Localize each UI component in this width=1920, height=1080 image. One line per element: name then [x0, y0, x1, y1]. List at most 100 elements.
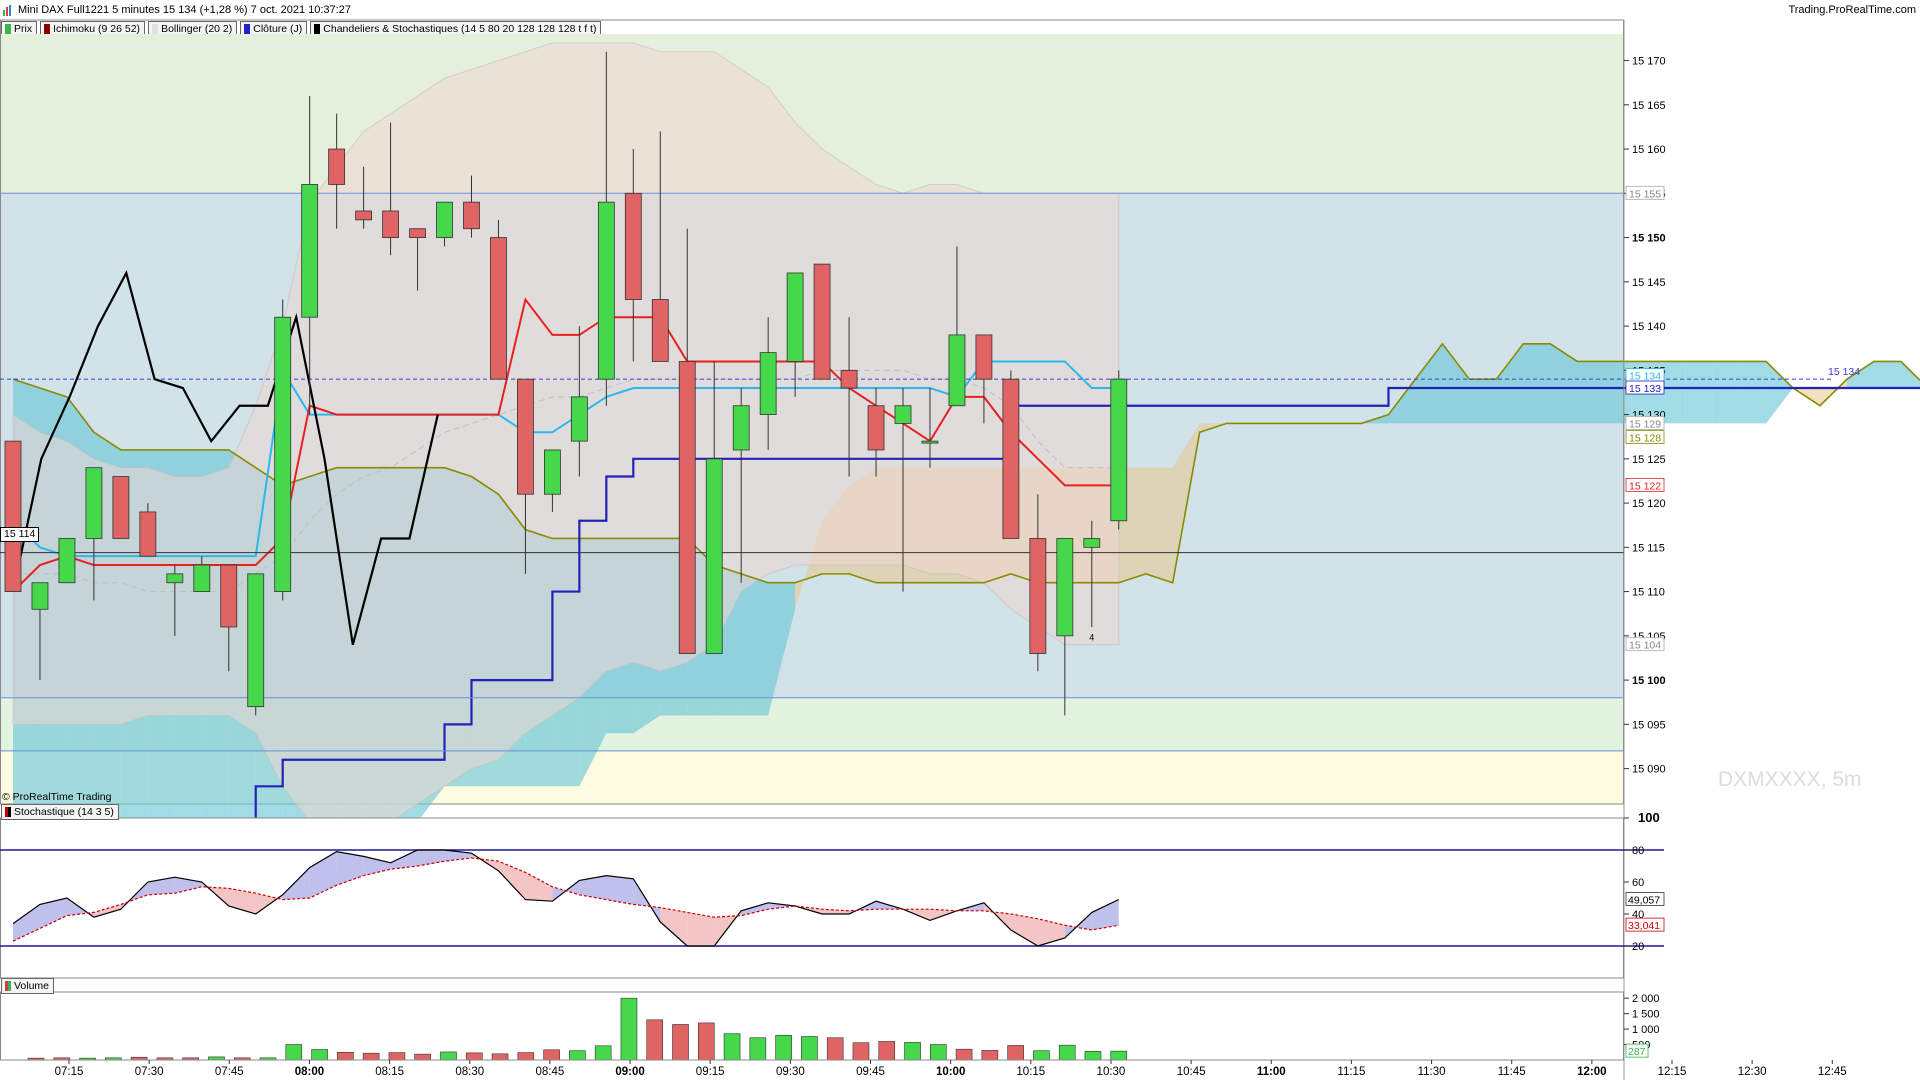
candle-down	[840, 369, 858, 389]
candle-down	[139, 511, 157, 557]
candle-down	[678, 361, 696, 654]
candle-up	[166, 573, 184, 584]
candle-down	[1029, 538, 1047, 654]
volume-bar-up	[801, 1036, 818, 1061]
price-tick-label: 15 170	[1632, 56, 1666, 68]
time-tick-label: 09:30	[776, 1066, 805, 1078]
volume-bar-up	[904, 1042, 921, 1061]
candle-down	[463, 201, 480, 230]
volume-bar-up	[620, 997, 638, 1061]
candle-down	[382, 210, 399, 238]
ichimoku-cloud-segment	[741, 573, 769, 716]
volume-bar-down	[826, 1037, 844, 1061]
volume-bar-down	[491, 1053, 509, 1061]
volume-bar-up	[569, 1050, 586, 1061]
stochastic-value-label: 49,057	[1628, 895, 1660, 907]
candle-up	[921, 440, 939, 444]
ichimoku-cloud-segment	[1523, 343, 1551, 424]
stochastic-tick-label: 80	[1632, 845, 1644, 857]
price-tick-label: 15 095	[1632, 719, 1666, 731]
volume-tick-label: 1 500	[1632, 1009, 1660, 1021]
ichimoku-cloud-segment	[1900, 361, 1920, 389]
volume-bar-down	[388, 1052, 406, 1061]
time-tick-label: 08:30	[455, 1066, 484, 1078]
price-tick-label: 15 150	[1632, 233, 1666, 245]
price-tick-label: 15 140	[1632, 321, 1666, 333]
time-tick-label: 11:15	[1337, 1066, 1365, 1078]
volume-bar-down	[1007, 1045, 1024, 1061]
volume-bar-up	[749, 1037, 767, 1061]
time-tick-label: 12:30	[1738, 1066, 1767, 1078]
time-tick-label: 08:00	[295, 1066, 324, 1078]
ichimoku-cloud-segment	[1577, 361, 1605, 424]
volume-bar-up	[594, 1045, 612, 1061]
time-tick-label: 12:15	[1658, 1066, 1687, 1078]
candle-up	[301, 184, 319, 318]
candle-up	[1083, 538, 1101, 548]
volume-legend-swatch	[5, 981, 11, 991]
volume-bar-up	[775, 1034, 792, 1061]
volume-bar-down	[465, 1052, 483, 1061]
price-label-text: 15 122	[1629, 480, 1661, 492]
time-tick-label: 10:00	[936, 1066, 965, 1078]
ichimoku-cloud-segment	[1766, 361, 1794, 424]
time-tick-label: 12:45	[1818, 1066, 1847, 1078]
volume-bar-up	[285, 1044, 303, 1061]
volume-bar-up	[1058, 1044, 1076, 1061]
candle-up	[894, 405, 912, 424]
time-tick-label: 11:45	[1498, 1066, 1526, 1078]
time-tick-label: 11:00	[1257, 1066, 1286, 1078]
price-tick-label: 15 115	[1632, 542, 1665, 554]
price-tick-label: 15 110	[1632, 587, 1665, 599]
time-axis[interactable]: 07:15 07:30 07:45 08:00 08:15 08:30 08:45 09:00…	[0, 1059, 1847, 1078]
candle-down	[975, 334, 993, 380]
ichimoku-cloud-segment	[1469, 379, 1497, 424]
time-tick-label: 08:15	[375, 1066, 404, 1078]
candle-down	[1002, 378, 1020, 539]
price-label-text: 15 155	[1629, 188, 1661, 200]
price-tick-label: 15 165	[1632, 100, 1666, 112]
price-tick-label: 15 145	[1632, 277, 1666, 289]
candle-down	[409, 228, 426, 238]
volume-tick-label: 1 000	[1632, 1024, 1660, 1036]
time-tick-label: 11:30	[1418, 1066, 1446, 1078]
volume-bar-up	[1033, 1050, 1050, 1061]
ichimoku-cloud-segment	[1145, 467, 1173, 583]
price-tick-label: 15 120	[1632, 498, 1666, 510]
stochastic-tick-label: 100	[1638, 810, 1660, 825]
volume-bar-down	[878, 1041, 896, 1061]
candle-up	[948, 334, 966, 407]
volume-bar-down	[337, 1051, 354, 1061]
volume-bar-up	[1084, 1051, 1102, 1061]
volume-legend[interactable]: Volume	[1, 978, 55, 994]
candle-down	[328, 148, 346, 185]
chart-canvas[interactable]: 15 134 4 15 09015 09515 10015 10515 1101…	[0, 0, 1920, 1080]
candle-down	[624, 192, 642, 300]
stochastic-tick-label: 60	[1632, 877, 1644, 889]
ichimoku-cloud-segment	[1739, 361, 1767, 424]
candle-up	[786, 272, 804, 362]
candle-up	[597, 201, 615, 380]
price-label-text: 15 128	[1629, 433, 1661, 445]
candle-down	[355, 210, 373, 221]
stochastic-legend[interactable]: Stochastique (14 3 5)	[1, 804, 119, 820]
volume-bar-up	[1110, 1050, 1128, 1061]
stochastic-legend-swatch	[5, 807, 11, 817]
volume-bar-down	[517, 1052, 535, 1061]
candle-marker-text: 4	[1089, 632, 1094, 642]
time-tick-label: 09:15	[696, 1066, 725, 1078]
candle-up	[705, 458, 723, 654]
volume-bar-down	[852, 1042, 870, 1061]
candle-up	[58, 538, 76, 584]
candle-down	[4, 440, 22, 592]
time-tick-label: 07:45	[215, 1066, 244, 1078]
time-tick-label: 10:45	[1177, 1066, 1206, 1078]
time-tick-label: 10:30	[1097, 1066, 1126, 1078]
candle-up	[1056, 538, 1074, 637]
candle-up	[436, 201, 453, 238]
volume-bar-down	[955, 1048, 973, 1061]
volume-pane: 5001 0001 5002 000287	[0, 991, 1660, 1061]
candle-up	[274, 316, 292, 592]
volume-bar-up	[311, 1049, 328, 1061]
stochastic-pane: 2040608010049,05733,041	[0, 810, 1665, 979]
